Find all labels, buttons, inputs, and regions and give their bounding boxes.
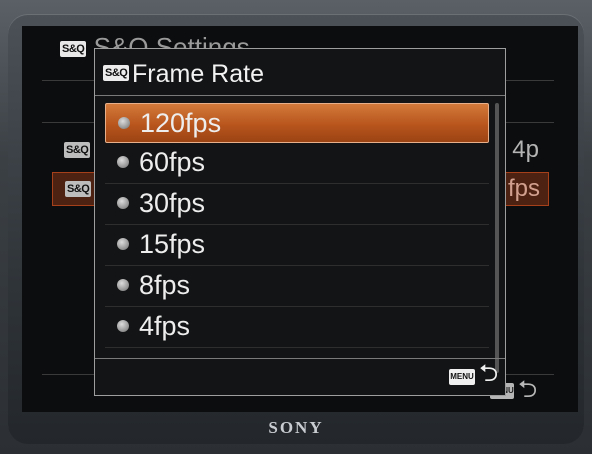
background-row-value: fps <box>507 175 540 202</box>
return-arrow-icon[interactable]: ⮌ <box>479 360 498 388</box>
sq-badge-icon: S&Q <box>65 181 92 197</box>
dialog-footer: MENU ⮌ <box>95 358 505 395</box>
options-scrollbar[interactable] <box>495 103 499 373</box>
option-label: 30fps <box>139 188 206 218</box>
radio-dot-icon <box>118 117 130 129</box>
option-4fps[interactable]: 4fps <box>105 307 489 348</box>
option-label: 60fps <box>139 147 206 177</box>
radio-dot-icon <box>117 197 129 209</box>
radio-dot-icon <box>117 156 129 168</box>
sq-badge-icon: S&Q <box>60 41 87 58</box>
radio-dot-icon <box>117 279 129 291</box>
dialog-title: Frame Rate <box>132 60 264 88</box>
camera-body: S&Q S&Q Settings S&Q 4p S&Q fps MENU ⮌ S… <box>0 0 592 454</box>
dialog-header: S&Q Frame Rate <box>95 49 505 96</box>
option-label: 4fps <box>139 311 191 341</box>
menu-button-icon[interactable]: MENU <box>449 369 475 385</box>
return-arrow-icon: ⮌ <box>518 376 538 403</box>
option-15fps[interactable]: 15fps <box>105 225 489 266</box>
sq-badge-icon: S&Q <box>64 142 91 158</box>
frame-rate-dialog: S&Q Frame Rate 120fps 60fps 30fps 15fps … <box>94 48 506 396</box>
lcd-screen: S&Q S&Q Settings S&Q 4p S&Q fps MENU ⮌ S… <box>22 26 578 412</box>
radio-dot-icon <box>117 238 129 250</box>
frame-rate-options: 120fps 60fps 30fps 15fps 8fps 4fps <box>105 103 489 348</box>
option-120fps[interactable]: 120fps <box>105 103 489 143</box>
option-label: 8fps <box>139 270 191 300</box>
sq-badge-icon: S&Q <box>103 65 130 81</box>
option-label: 15fps <box>139 229 206 259</box>
option-8fps[interactable]: 8fps <box>105 266 489 307</box>
background-row-value: 4p <box>512 136 539 163</box>
option-label: 120fps <box>140 108 222 138</box>
option-60fps[interactable]: 60fps <box>105 143 489 184</box>
brand-logo: SONY <box>268 418 324 437</box>
option-30fps[interactable]: 30fps <box>105 184 489 225</box>
radio-dot-icon <box>117 320 129 332</box>
